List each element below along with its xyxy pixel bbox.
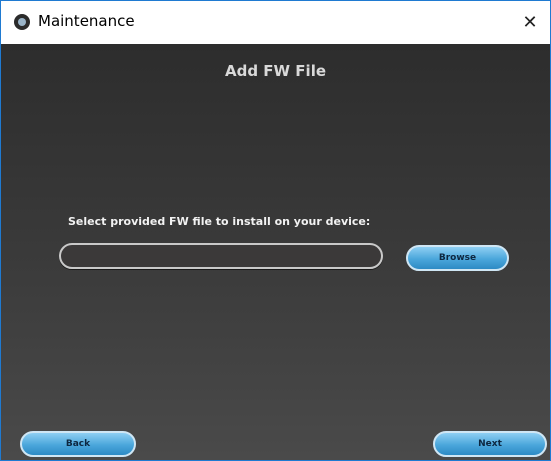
file-path-input[interactable] — [59, 243, 383, 269]
title-bar: Maintenance ✕ — [1, 1, 550, 44]
close-button[interactable]: ✕ — [510, 1, 550, 44]
browse-button[interactable]: Browse — [406, 245, 509, 271]
main-panel: Add FW File Select provided FW file to i… — [1, 44, 550, 460]
page-title: Add FW File — [224, 62, 327, 80]
app-logo-icon — [14, 14, 30, 30]
next-button[interactable]: Next — [433, 431, 547, 457]
window-title: Maintenance — [38, 12, 135, 30]
back-button[interactable]: Back — [20, 431, 136, 457]
file-select-prompt: Select provided FW file to install on yo… — [68, 215, 371, 228]
maintenance-window: Maintenance ✕ Add FW File Select provide… — [0, 0, 551, 461]
